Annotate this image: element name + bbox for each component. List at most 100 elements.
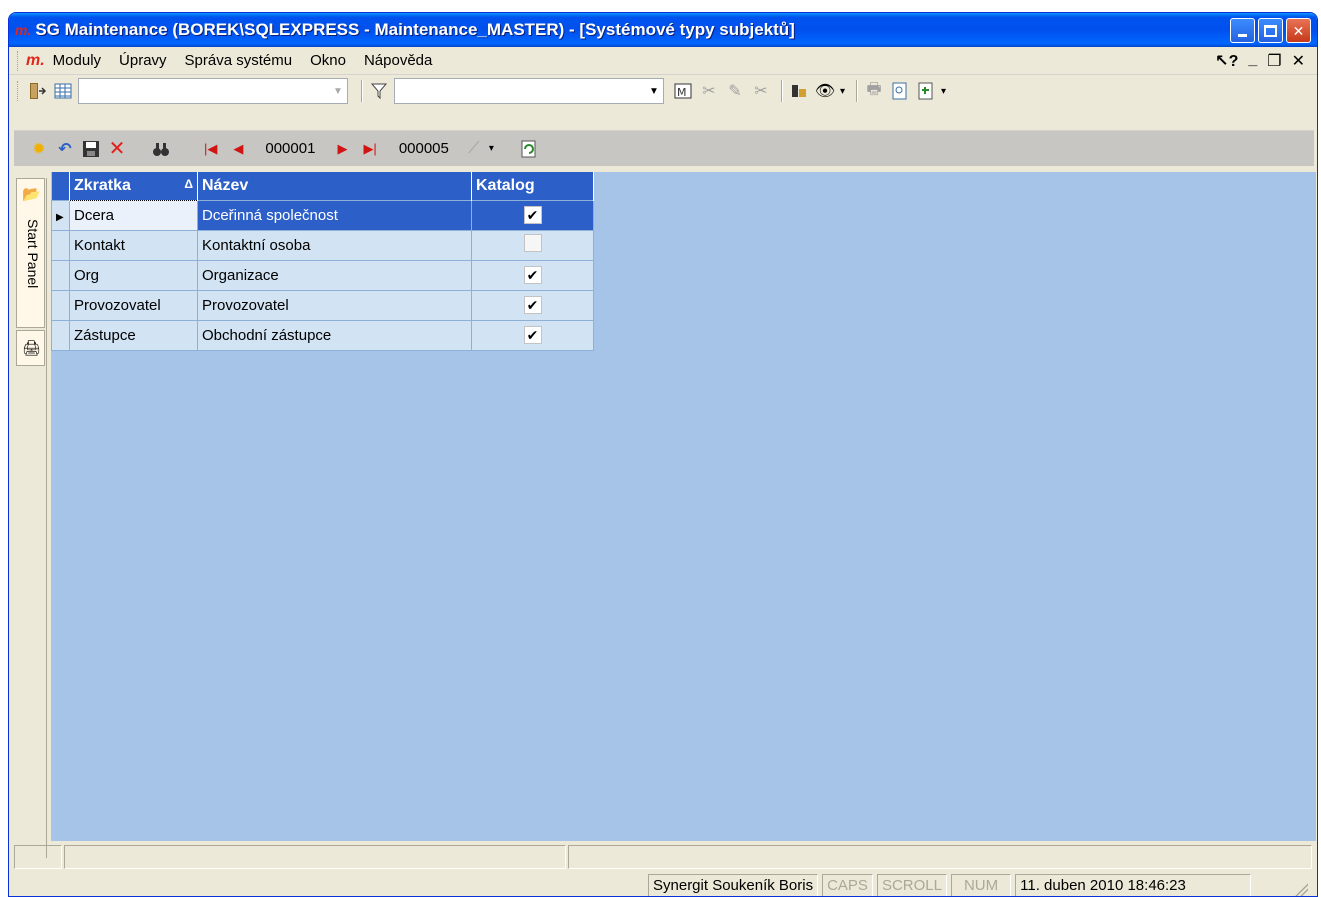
data-grid: Zkratka Δ Název Katalog ▶ Dcera Dceřinná… [51,172,594,351]
cell-nazev[interactable]: Organizace [197,259,472,291]
cell-nazev[interactable]: Obchodní zástupce [197,319,472,351]
tools-icon[interactable] [788,80,810,102]
view-combo[interactable]: ▼ [78,78,348,104]
eye-icon[interactable]: 👁 [814,80,836,102]
toolbar-separator [856,80,859,102]
status-scroll: SCROLL [876,873,947,896]
eye-dropdown-icon[interactable]: ▾ [840,86,845,97]
menu-item-upravy[interactable]: Úpravy [119,52,167,69]
cell-nazev[interactable]: Provozovatel [197,289,472,321]
katalog-checkbox[interactable]: ✔ [523,206,542,224]
new-icon[interactable]: ✹ [28,138,50,160]
attach-dropdown-icon[interactable]: ▾ [941,86,946,97]
export-icon[interactable]: M [672,80,694,102]
menu-grip[interactable] [17,50,20,71]
filter-combo[interactable]: ▼ [394,78,664,104]
cell-zkratka[interactable]: Org [69,259,198,291]
tool-disabled-icon: ✂ [702,83,716,100]
wand-dropdown-icon[interactable]: ▾ [489,143,494,154]
table-row[interactable]: ▶ Dcera Dceřinná společnost ✔ [51,199,594,231]
close-button[interactable]: ✕ [1286,18,1311,43]
column-label: Katalog [476,176,535,194]
status-num: NUM [950,873,1012,896]
find-icon[interactable] [150,138,172,160]
grid-icon[interactable] [52,80,74,102]
menu-item-napoveda[interactable]: Nápověda [364,52,432,69]
table-row[interactable]: Org Organizace ✔ [51,259,594,291]
status-user: Synergit Soukeník Boris [648,873,819,896]
katalog-checkbox[interactable] [523,234,542,252]
toolbar-grip[interactable] [17,81,20,101]
status-panel [64,845,566,869]
filter-icon[interactable] [368,80,390,102]
cell-nazev[interactable]: Dceřinná společnost [197,199,472,231]
cell-zkratka[interactable]: Provozovatel [69,289,198,321]
menu-item-moduly[interactable]: Moduly [53,52,101,69]
column-label: Zkratka [74,176,131,194]
folder-icon: 📂 [22,186,41,203]
column-header-nazev[interactable]: Název [197,172,472,200]
refresh-icon[interactable] [518,138,540,160]
status-panel [14,845,62,869]
secondary-panel-tab[interactable]: 🖨 [16,330,45,366]
table-row[interactable]: Kontakt Kontaktní osoba [51,229,594,261]
save-icon[interactable] [80,138,102,160]
context-help-icon[interactable]: ↖? [1215,51,1238,71]
cell-nazev[interactable]: Kontaktní osoba [197,229,472,261]
minimize-button[interactable] [1230,18,1255,43]
chevron-down-icon[interactable]: ▼ [645,79,663,103]
katalog-checkbox[interactable]: ✔ [523,326,542,344]
first-record-icon[interactable]: |◀ [204,141,217,157]
mdi-restore-icon[interactable]: ❐ [1267,51,1281,71]
start-panel-tab[interactable]: 📂 Start Panel [16,178,45,328]
preview-icon[interactable] [889,80,911,102]
menu-item-sprava-systemu[interactable]: Správa systému [185,52,293,69]
katalog-checkbox[interactable]: ✔ [523,266,542,284]
table-row[interactable]: Provozovatel Provozovatel ✔ [51,289,594,321]
last-record-icon[interactable]: ▶| [363,141,376,157]
chevron-down-icon[interactable]: ▼ [329,79,347,103]
prev-record-icon[interactable]: ◀ [233,141,243,157]
grid-header-row: Zkratka Δ Název Katalog [51,172,594,200]
next-record-icon[interactable]: ▶ [337,141,347,157]
menu-logo[interactable]: m. [26,52,45,70]
attach-icon[interactable] [915,80,937,102]
toolbar-separator [781,80,783,102]
cell-katalog: ✔ [471,199,594,231]
cell-katalog: ✔ [471,319,594,351]
menu-bar: m. Moduly Úpravy Správa systému Okno Náp… [9,47,1317,75]
cell-zkratka[interactable]: Kontakt [69,229,198,261]
column-header-katalog[interactable]: Katalog [471,172,594,200]
exit-icon[interactable] [26,80,48,102]
cell-zkratka[interactable]: Zástupce [69,319,198,351]
table-row[interactable]: Zástupce Obchodní zástupce ✔ [51,319,594,351]
app-window: m. SG Maintenance (BOREK\SQLEXPRESS - Ma… [8,12,1318,897]
main-toolbar: ▼ ▼ M ✂ ✎ ✂ 👁 ▾ 🖶 ▾ [9,75,1317,107]
cell-katalog [471,229,594,261]
total-records: 000005 [398,140,449,157]
status-bar-upper [14,845,1314,869]
column-header-zkratka[interactable]: Zkratka Δ [69,172,198,200]
minimize-icon [1238,34,1247,37]
maximize-button[interactable] [1258,18,1283,43]
undo-icon[interactable]: ↶ [54,138,76,160]
cell-katalog: ✔ [471,259,594,291]
mdi-minimize-icon[interactable]: _ [1248,51,1257,71]
wand-icon[interactable]: ⟋ [463,138,485,160]
content-area: Zkratka Δ Název Katalog ▶ Dcera Dceřinná… [51,172,1316,841]
row-indicator [51,319,70,351]
row-indicator [51,229,70,261]
mdi-close-icon[interactable]: ✕ [1292,51,1305,71]
toolbar-separator [361,80,363,102]
print-icon[interactable]: 🖶 [863,80,885,102]
delete-icon[interactable]: ✕ [106,138,128,160]
start-panel-label: Start Panel [25,219,41,289]
edit-disabled-icon: ✎ [728,83,742,100]
cell-katalog: ✔ [471,289,594,321]
menu-item-okno[interactable]: Okno [310,52,346,69]
resize-grip-icon[interactable] [1292,880,1308,896]
cell-zkratka[interactable]: Dcera [69,199,198,231]
title-bar[interactable]: m. SG Maintenance (BOREK\SQLEXPRESS - Ma… [9,13,1317,47]
window-controls: ✕ [1230,18,1311,43]
katalog-checkbox[interactable]: ✔ [523,296,542,314]
